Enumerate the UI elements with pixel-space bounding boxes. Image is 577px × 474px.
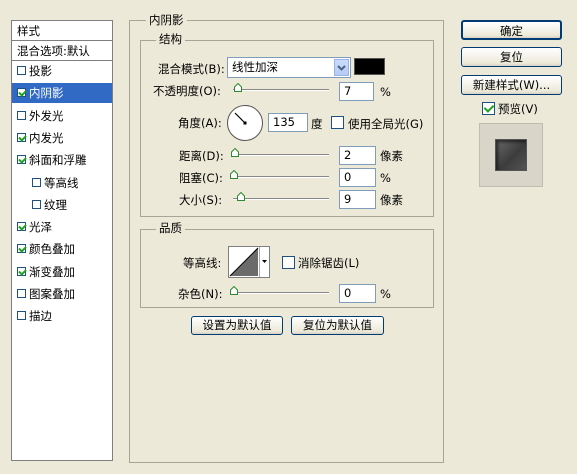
blend-mode-value: 线性加深	[232, 60, 278, 74]
style-item-label: 渐变叠加	[29, 264, 75, 279]
distance-slider-thumb[interactable]	[231, 148, 239, 157]
opacity-label: 不透明度(O):	[153, 84, 221, 98]
style-item-checkbox[interactable]	[17, 222, 26, 232]
chevron-down-icon[interactable]	[334, 59, 349, 76]
styles-header[interactable]: 样式	[12, 21, 112, 41]
style-item-label: 图案叠加	[29, 287, 75, 301]
size-input[interactable]: 9	[339, 190, 376, 209]
style-item-label: 内阴影	[29, 86, 64, 101]
size-slider[interactable]	[233, 198, 329, 200]
distance-unit: 像素	[380, 149, 403, 163]
style-item-checkbox[interactable]	[17, 289, 26, 298]
noise-slider-thumb[interactable]	[230, 286, 238, 295]
style-list-panel: 样式 混合选项:默认 投影内阴影外发光内发光斜面和浮雕等高线纹理光泽颜色叠加渐变…	[11, 20, 113, 461]
style-item[interactable]: 颜色叠加	[12, 239, 112, 259]
distance-slider[interactable]	[231, 154, 329, 156]
blend-mode-label: 混合模式(B):	[158, 62, 225, 76]
quality-title: 品质	[156, 222, 185, 235]
style-item-checkbox[interactable]	[17, 155, 26, 165]
distance-label: 距离(D):	[179, 149, 224, 163]
antialias-label: 消除锯齿(L)	[298, 256, 360, 270]
angle-unit: 度	[311, 117, 323, 131]
style-item[interactable]: 内发光	[12, 128, 112, 148]
style-item-checkbox[interactable]	[17, 66, 26, 75]
global-light-label: 使用全局光(G)	[348, 117, 424, 131]
opacity-unit: %	[380, 85, 391, 99]
style-item-checkbox[interactable]	[17, 266, 26, 276]
style-item[interactable]: 图案叠加	[12, 284, 112, 304]
size-unit: 像素	[380, 193, 403, 207]
opacity-slider-thumb[interactable]	[234, 83, 242, 92]
style-item-label: 斜面和浮雕	[29, 153, 87, 168]
style-item[interactable]: 纹理	[12, 195, 112, 215]
contour-dropdown-arrow-icon[interactable]	[259, 247, 269, 277]
choke-unit: %	[380, 171, 391, 185]
style-item-checkbox[interactable]	[32, 199, 41, 209]
noise-input[interactable]: 0	[339, 284, 376, 303]
blend-color-swatch[interactable]	[354, 58, 385, 75]
style-item-label: 描边	[29, 309, 52, 324]
size-slider-thumb[interactable]	[237, 192, 245, 201]
contour-preview-icon	[229, 247, 259, 277]
style-item[interactable]: 光泽	[12, 217, 112, 237]
choke-input[interactable]: 0	[339, 168, 376, 187]
style-item-label: 颜色叠加	[29, 242, 75, 257]
opacity-slider[interactable]	[233, 89, 329, 91]
style-item[interactable]: 等高线	[12, 173, 112, 193]
make-default-button[interactable]: 设置为默认值	[191, 316, 283, 335]
style-item-label: 外发光	[29, 108, 64, 123]
style-item-label: 等高线	[44, 175, 79, 190]
style-item-checkbox[interactable]	[32, 177, 41, 187]
style-item-checkbox[interactable]	[17, 88, 26, 98]
style-item-label: 投影	[29, 64, 52, 78]
angle-label: 角度(A):	[178, 116, 222, 130]
style-item[interactable]: 渐变叠加	[12, 262, 112, 282]
preview-checkbox[interactable]	[482, 102, 495, 115]
noise-unit: %	[380, 287, 391, 301]
blend-mode-select[interactable]: 线性加深	[227, 57, 351, 78]
style-item-checkbox[interactable]	[17, 244, 26, 254]
contour-picker[interactable]	[228, 246, 270, 278]
contour-label: 等高线:	[183, 256, 222, 270]
global-light-checkbox[interactable]	[331, 116, 344, 129]
opacity-input[interactable]: 7	[339, 82, 374, 101]
noise-slider[interactable]	[231, 292, 329, 294]
structure-title: 结构	[156, 33, 185, 46]
choke-slider[interactable]	[231, 176, 329, 178]
angle-dial-icon[interactable]	[226, 104, 264, 142]
style-item[interactable]: 投影	[12, 61, 112, 81]
choke-slider-thumb[interactable]	[230, 170, 238, 179]
style-item[interactable]: 描边	[12, 306, 112, 326]
size-label: 大小(S):	[179, 193, 223, 207]
reset-button[interactable]: 复位	[461, 47, 562, 67]
preview-thumbnail	[479, 123, 543, 187]
distance-input[interactable]: 2	[339, 146, 376, 165]
style-item[interactable]: 外发光	[12, 106, 112, 126]
style-item[interactable]: 斜面和浮雕	[12, 150, 112, 170]
antialias-checkbox[interactable]	[282, 256, 295, 269]
style-item-checkbox[interactable]	[17, 311, 26, 321]
preview-label: 预览(V)	[498, 102, 538, 116]
noise-label: 杂色(N):	[178, 287, 223, 301]
style-item-checkbox[interactable]	[17, 132, 26, 142]
reset-default-button[interactable]: 复位为默认值	[291, 316, 384, 335]
ok-button[interactable]: 确定	[461, 20, 562, 40]
new-style-button[interactable]: 新建样式(W)...	[461, 75, 562, 95]
inner-shadow-title: 内阴影	[146, 14, 187, 27]
style-item[interactable]: 内阴影	[12, 83, 112, 104]
style-item-label: 内发光	[29, 130, 64, 145]
style-item-label: 光泽	[29, 220, 52, 235]
choke-label: 阻塞(C):	[179, 171, 223, 185]
blend-options-item[interactable]: 混合选项:默认	[12, 41, 112, 61]
style-item-label: 纹理	[44, 197, 67, 212]
style-item-checkbox[interactable]	[17, 110, 26, 120]
preview-swatch	[495, 139, 527, 171]
angle-input[interactable]: 135	[268, 113, 308, 132]
